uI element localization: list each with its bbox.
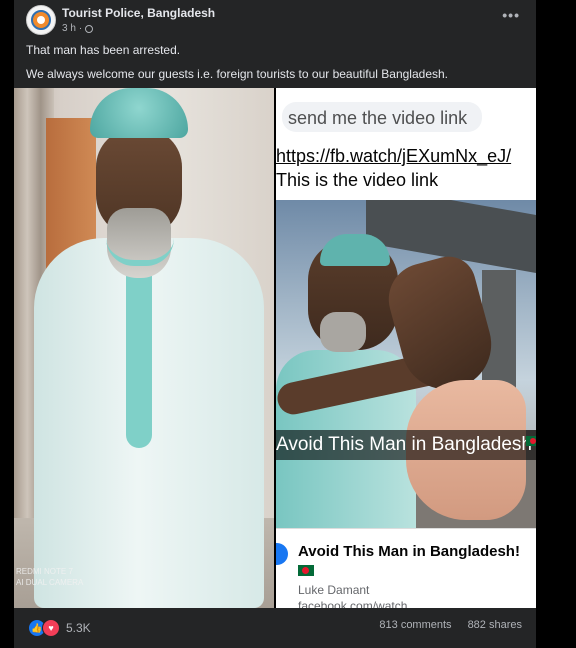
post-footer: 👍 ♥ 5.3K 813 comments 882 shares xyxy=(14,608,536,648)
page-name-link[interactable]: Tourist Police, Bangladesh xyxy=(62,6,215,20)
link-preview-card: Avoid This Man in Bangladesh! Luke Daman… xyxy=(276,528,536,608)
shares-count-link[interactable]: 882 shares xyxy=(468,619,522,631)
police-logo-icon xyxy=(31,10,51,30)
bangladesh-flag-icon xyxy=(526,436,536,446)
post-text: That man has been arrested. We always we… xyxy=(26,42,526,90)
chat-bubble: send me the video link xyxy=(282,102,482,132)
video-frame: Avoid This Man in Bangladesh xyxy=(276,200,536,528)
post-text-line: That man has been arrested. xyxy=(26,43,181,57)
link-card-author: Luke Damant xyxy=(298,583,370,597)
post-card: Tourist Police, Bangladesh 3 h · ••• Tha… xyxy=(14,0,536,648)
camera-watermark: REDMI NOTE 7 AI DUAL CAMERA xyxy=(16,567,84,587)
video-screenshot[interactable]: send me the video link https://fb.watch/… xyxy=(276,88,536,608)
love-reaction-icon: ♥ xyxy=(42,619,60,637)
comments-count-link[interactable]: 813 comments xyxy=(379,619,451,631)
post-text-line: We always welcome our guests i.e. foreig… xyxy=(26,67,449,81)
post-time[interactable]: 3 h xyxy=(62,23,76,34)
page-avatar[interactable] xyxy=(26,5,56,35)
post-media[interactable]: REDMI NOTE 7 AI DUAL CAMERA send me the … xyxy=(14,88,536,608)
arrested-man-photo[interactable]: REDMI NOTE 7 AI DUAL CAMERA xyxy=(14,88,274,608)
video-link: https://fb.watch/jEXumNx_eJ/ xyxy=(276,146,512,166)
reaction-count: 5.3K xyxy=(66,621,91,635)
post-meta: 3 h · xyxy=(62,23,94,34)
facebook-icon xyxy=(276,543,288,565)
video-title-banner: Avoid This Man in Bangladesh xyxy=(276,430,536,460)
link-card-url: facebook.com/watch xyxy=(298,599,408,608)
reactions-summary[interactable]: 👍 ♥ 5.3K xyxy=(28,619,91,637)
globe-icon xyxy=(85,24,94,33)
video-link-caption: This is the video link xyxy=(276,170,439,190)
post-header: Tourist Police, Bangladesh 3 h · ••• xyxy=(26,5,526,39)
bangladesh-flag-icon xyxy=(298,565,314,576)
link-card-title: Avoid This Man in Bangladesh! xyxy=(298,543,520,560)
engagement-counts: 813 comments 882 shares xyxy=(379,619,522,631)
more-options-button[interactable]: ••• xyxy=(502,7,520,23)
